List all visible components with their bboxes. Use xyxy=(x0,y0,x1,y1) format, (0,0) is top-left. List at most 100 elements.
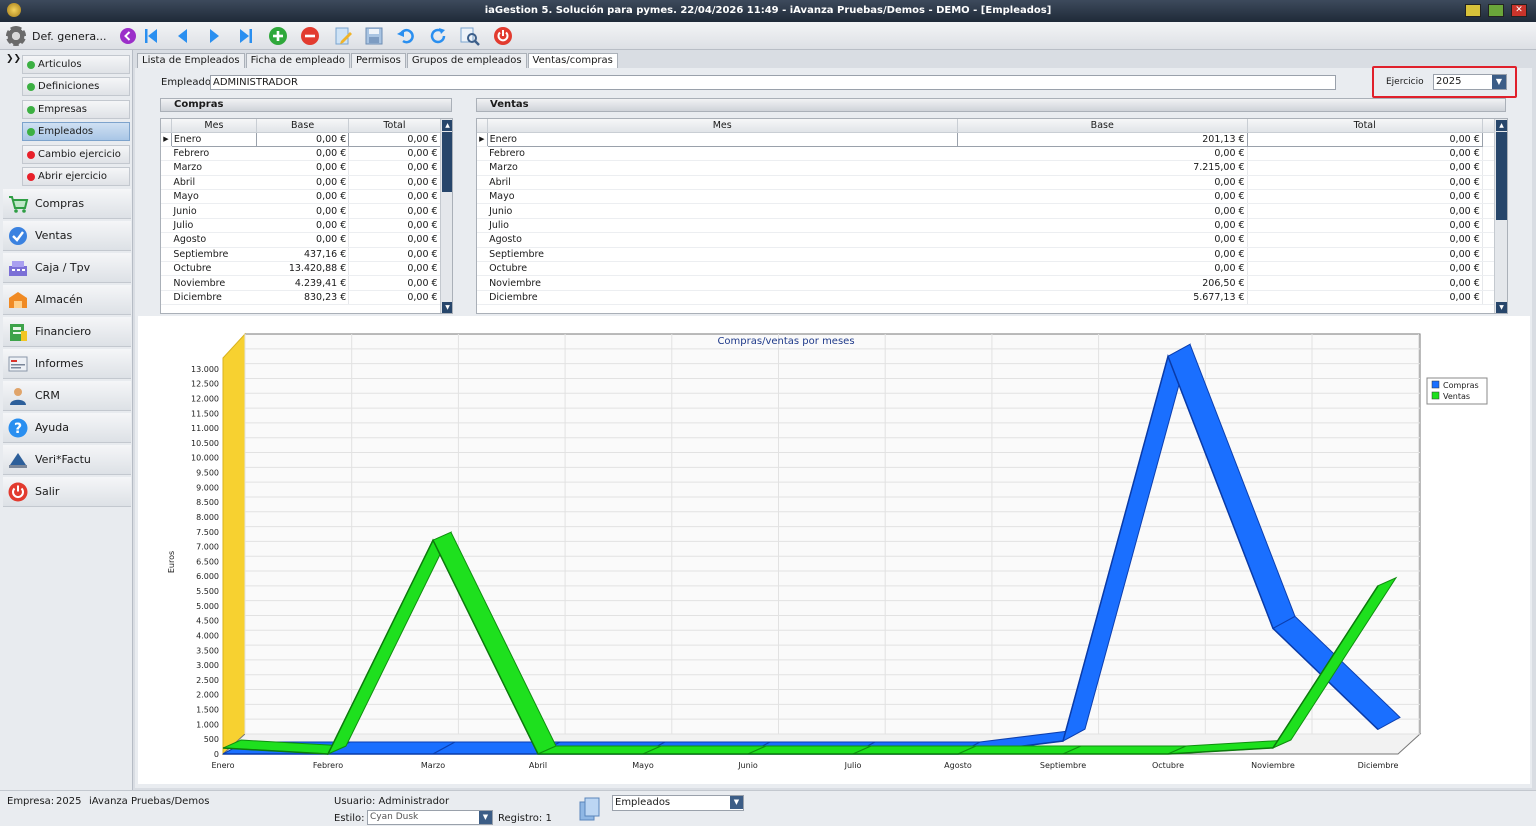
table-row[interactable]: Mayo 0,00 €0,00 € xyxy=(161,189,452,205)
cell-base[interactable]: 0,00 € xyxy=(957,203,1248,219)
cell-total[interactable]: 0,00 € xyxy=(348,203,441,219)
cell-mes[interactable]: Marzo xyxy=(171,160,257,176)
column-header-total[interactable]: Total xyxy=(348,119,441,133)
power-button[interactable] xyxy=(492,25,514,47)
table-row[interactable]: Junio 0,00 €0,00 € xyxy=(477,203,1507,219)
cell-mes[interactable]: Mayo xyxy=(171,189,257,205)
compras-scrollbar[interactable]: ▲ ▼ xyxy=(440,119,452,313)
cell-base[interactable]: 0,00 € xyxy=(957,175,1248,191)
cell-base[interactable]: 4.239,41 € xyxy=(256,275,350,291)
cell-total[interactable]: 0,00 € xyxy=(348,131,441,147)
def-generales-button[interactable]: Def. genera... xyxy=(6,25,107,47)
table-row[interactable]: Agosto 0,00 €0,00 € xyxy=(161,232,452,248)
chevron-down-icon[interactable]: ▼ xyxy=(730,796,743,809)
sidebar-subitem-empresas[interactable]: Empresas xyxy=(22,100,130,119)
cell-total[interactable]: 0,00 € xyxy=(1247,146,1483,162)
sidebar-item-ayuda[interactable]: ? Ayuda xyxy=(3,413,131,443)
cell-base[interactable]: 0,00 € xyxy=(957,261,1248,277)
table-row[interactable]: Marzo 0,00 €0,00 € xyxy=(161,160,452,176)
scroll-down-icon[interactable]: ▼ xyxy=(442,302,452,313)
column-header-mes[interactable]: Mes xyxy=(487,119,958,133)
column-header-base[interactable]: Base xyxy=(957,119,1248,133)
cell-total[interactable]: 0,00 € xyxy=(1247,189,1483,205)
sidebar-subitem-definiciones[interactable]: Definiciones xyxy=(22,77,130,96)
sidebar-item-informes[interactable]: Informes xyxy=(3,349,131,379)
sidebar-item-compras[interactable]: Compras xyxy=(3,189,131,219)
cell-total[interactable]: 0,00 € xyxy=(348,290,441,306)
table-row[interactable]: Julio 0,00 €0,00 € xyxy=(477,218,1507,234)
cell-base[interactable]: 0,00 € xyxy=(957,189,1248,205)
cell-base[interactable]: 206,50 € xyxy=(957,275,1248,291)
cell-base[interactable]: 0,00 € xyxy=(256,160,350,176)
cell-mes[interactable]: Septiembre xyxy=(171,247,257,263)
scroll-thumb[interactable] xyxy=(1496,132,1507,220)
cell-total[interactable]: 0,00 € xyxy=(348,232,441,248)
table-row[interactable]: Septiembre 0,00 €0,00 € xyxy=(477,247,1507,263)
cell-total[interactable]: 0,00 € xyxy=(348,189,441,205)
sidebar-subitem-empleados[interactable]: Empleados xyxy=(22,122,130,141)
tab-ventas-compras[interactable]: Ventas/compras xyxy=(527,53,618,68)
cell-base[interactable]: 13.420,88 € xyxy=(256,261,350,277)
sidebar-subitem-cambio-ejercicio[interactable]: Cambio ejercicio xyxy=(22,145,130,164)
prev-record-button[interactable] xyxy=(172,25,194,47)
cell-mes[interactable]: Julio xyxy=(171,218,257,234)
table-row[interactable]: Noviembre 4.239,41 €0,00 € xyxy=(161,275,452,291)
cell-mes[interactable]: Marzo xyxy=(487,160,958,176)
sidebar-subitem-abrir-ejercicio[interactable]: Abrir ejercicio xyxy=(22,167,130,186)
cell-total[interactable]: 0,00 € xyxy=(1247,218,1483,234)
edit-button[interactable] xyxy=(332,25,354,47)
collapse-button[interactable] xyxy=(117,25,139,47)
cell-mes[interactable]: Junio xyxy=(487,203,958,219)
cell-mes[interactable]: Diciembre xyxy=(171,290,257,306)
sidebar-item-ventas[interactable]: Ventas xyxy=(3,221,131,251)
table-row[interactable]: Noviembre 206,50 €0,00 € xyxy=(477,275,1507,291)
cell-total[interactable]: 0,00 € xyxy=(1247,203,1483,219)
cell-total[interactable]: 0,00 € xyxy=(348,247,441,263)
cell-base[interactable]: 201,13 € xyxy=(956,131,1248,147)
cell-mes[interactable]: Agosto xyxy=(487,232,958,248)
cell-mes[interactable]: Julio xyxy=(487,218,958,234)
cell-total[interactable]: 0,00 € xyxy=(1247,275,1483,291)
ejercicio-select[interactable]: 2025 ▼ xyxy=(1433,74,1507,90)
table-row[interactable]: Abril 0,00 €0,00 € xyxy=(161,175,452,191)
cell-total[interactable]: 0,00 € xyxy=(1247,175,1483,191)
maximize-button[interactable] xyxy=(1488,4,1504,17)
tab-permisos[interactable]: Permisos xyxy=(351,53,406,68)
chevron-down-icon[interactable]: ▼ xyxy=(1492,75,1506,89)
cell-base[interactable]: 830,23 € xyxy=(256,290,350,306)
table-row[interactable]: ▶ Enero 0,00 €0,00 € xyxy=(161,131,452,147)
cell-total[interactable]: 0,00 € xyxy=(1247,290,1483,306)
table-row[interactable]: Diciembre 830,23 €0,00 € xyxy=(161,290,452,306)
cell-mes[interactable]: Noviembre xyxy=(487,275,958,291)
cell-mes[interactable]: Septiembre xyxy=(487,247,958,263)
scroll-down-icon[interactable]: ▼ xyxy=(1496,302,1507,313)
cell-mes[interactable]: Diciembre xyxy=(487,290,958,306)
save-button[interactable] xyxy=(363,25,385,47)
sidebar-item-caja-tpv[interactable]: Caja / Tpv xyxy=(3,253,131,283)
sidebar-subitem-articulos[interactable]: Articulos xyxy=(22,55,130,74)
delete-button[interactable] xyxy=(299,25,321,47)
next-record-button[interactable] xyxy=(203,25,225,47)
cell-base[interactable]: 437,16 € xyxy=(256,247,350,263)
cell-total[interactable]: 0,00 € xyxy=(348,218,441,234)
chevron-down-icon[interactable]: ▼ xyxy=(479,811,492,824)
empleado-field[interactable]: ADMINISTRADOR xyxy=(210,75,1336,90)
chevron-double-down-icon[interactable]: ❯❯ xyxy=(6,54,21,64)
sidebar-item-verifactu[interactable]: Veri*Factu xyxy=(3,445,131,475)
cell-base[interactable]: 0,00 € xyxy=(256,232,350,248)
cell-base[interactable]: 7.215,00 € xyxy=(957,160,1248,176)
table-row[interactable]: Julio 0,00 €0,00 € xyxy=(161,218,452,234)
cell-mes[interactable]: Enero xyxy=(170,131,257,147)
tab-grupos-empleados[interactable]: Grupos de empleados xyxy=(406,53,527,68)
table-row[interactable]: Diciembre 5.677,13 €0,00 € xyxy=(477,290,1507,306)
cell-total[interactable]: 0,00 € xyxy=(1247,261,1483,277)
cell-base[interactable]: 0,00 € xyxy=(255,131,350,147)
cell-base[interactable]: 0,00 € xyxy=(256,203,350,219)
sidebar-item-almacen[interactable]: Almacén xyxy=(3,285,131,315)
scroll-up-icon[interactable]: ▲ xyxy=(442,120,452,131)
table-row[interactable]: Febrero 0,00 €0,00 € xyxy=(477,146,1507,162)
cell-total[interactable]: 0,00 € xyxy=(348,160,441,176)
tab-ficha-empleado[interactable]: Ficha de empleado xyxy=(245,53,350,68)
column-header-total[interactable]: Total xyxy=(1247,119,1483,133)
table-row[interactable]: Agosto 0,00 €0,00 € xyxy=(477,232,1507,248)
